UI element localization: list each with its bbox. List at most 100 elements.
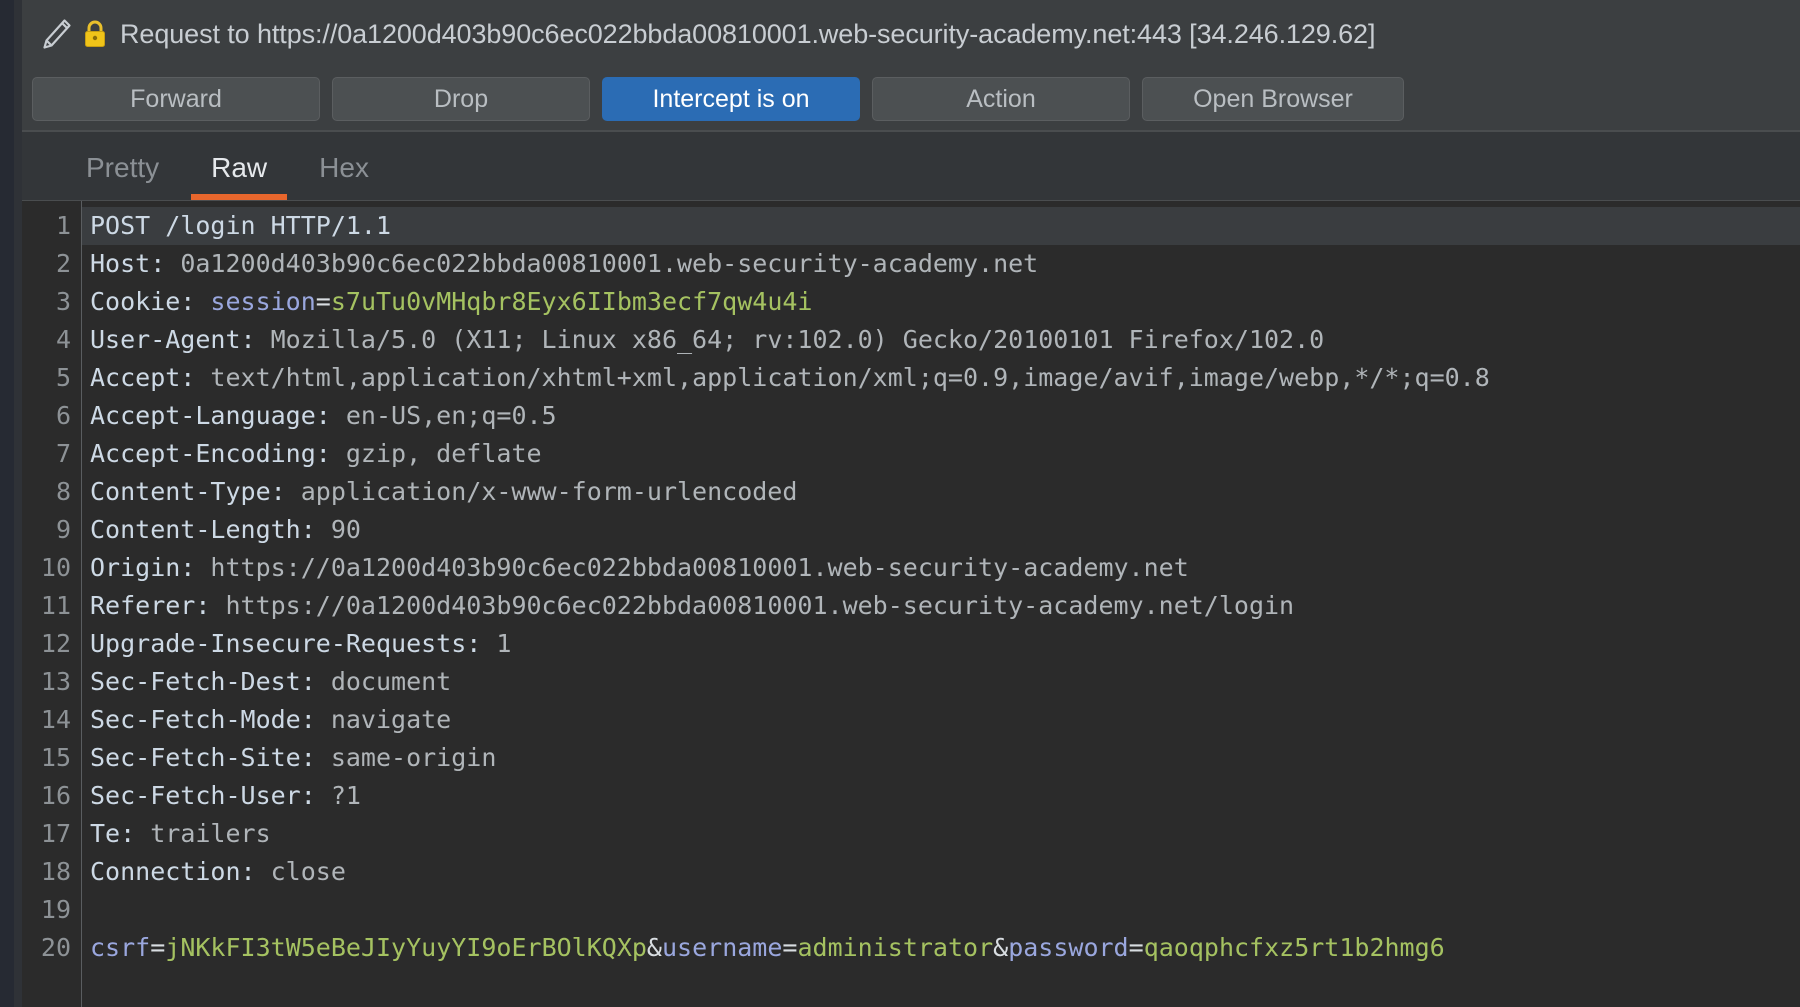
raw-request-editor[interactable]: 1 2 3 4 5 6 7 8 9 10 11 12 13 14 15 16 17 18 19 20 POST /lo… <box>22 200 1800 1007</box>
request-token: Content-Length: <box>90 515 331 544</box>
request-token: Upgrade-Insecure-Requests: <box>90 629 497 658</box>
line-number: 9 <box>55 515 71 544</box>
request-token: Referer: <box>90 591 226 620</box>
request-token: session <box>210 287 316 316</box>
request-token: = <box>315 287 331 316</box>
request-token: username <box>661 933 783 962</box>
tab-pretty[interactable]: Pretty <box>60 136 185 200</box>
line-number: 1 <box>55 211 71 240</box>
request-line: Content-Length: 90 <box>82 511 1800 549</box>
drop-button[interactable]: Drop <box>332 77 590 121</box>
line-number: 17 <box>40 819 71 848</box>
request-token: 90 <box>330 515 361 544</box>
request-token: Accept-Encoding: <box>90 439 346 468</box>
request-line: Sec-Fetch-Mode: navigate <box>82 701 1800 739</box>
request-line: csrf=jNKkFI3tW5eBeJIyYuyYI9oErBOlKQXp&us… <box>82 929 1800 967</box>
pencil-icon <box>34 12 78 56</box>
line-number: 10 <box>40 553 71 582</box>
request-token: trailers <box>150 819 271 848</box>
line-number: 20 <box>40 933 71 962</box>
request-token: https://0a1200d403b90c6ec022bbda00810001… <box>225 591 1295 620</box>
tab-raw[interactable]: Raw <box>185 136 293 200</box>
request-token: Sec-Fetch-Mode: <box>90 705 331 734</box>
request-token: = <box>1128 933 1144 962</box>
request-token: Host: <box>90 249 181 278</box>
request-line: Referer: https://0a1200d403b90c6ec022bbd… <box>82 587 1800 625</box>
forward-button[interactable]: Forward <box>32 77 320 121</box>
request-line: Accept-Language: en-US,en;q=0.5 <box>82 397 1800 435</box>
request-line: User-Agent: Mozilla/5.0 (X11; Linux x86_… <box>82 321 1800 359</box>
line-number: 12 <box>40 629 71 658</box>
request-token: Accept: <box>90 363 211 392</box>
request-text-area[interactable]: POST /login HTTP/1.1 Host: 0a1200d403b90c… <box>82 201 1800 1007</box>
request-token: same-origin <box>330 743 497 772</box>
request-line: Sec-Fetch-User: ?1 <box>82 777 1800 815</box>
request-token: User-Agent: <box>90 325 271 354</box>
line-number: 7 <box>55 439 71 468</box>
request-token: Mozilla/5.0 (X11; Linux x86_64; rv:102.0… <box>270 325 1325 354</box>
line-number: 6 <box>55 401 71 430</box>
intercept-toolbar: Forward Drop Intercept is on Action Open… <box>22 68 1800 130</box>
line-number: 19 <box>40 895 71 924</box>
request-token: Sec-Fetch-User: <box>90 781 331 810</box>
request-token: Sec-Fetch-Site: <box>90 743 331 772</box>
request-token: 1 <box>496 629 512 658</box>
request-token: gzip, deflate <box>345 439 542 468</box>
request-line: POST /login HTTP/1.1 <box>82 207 1800 245</box>
line-number: 8 <box>55 477 71 506</box>
request-line: Sec-Fetch-Site: same-origin <box>82 739 1800 777</box>
line-number: 16 <box>40 781 71 810</box>
line-number: 18 <box>40 857 71 886</box>
request-line: Upgrade-Insecure-Requests: 1 <box>82 625 1800 663</box>
burp-intercept-window: Request to https://0a1200d403b90c6ec022b… <box>0 0 1800 1007</box>
request-token: Accept-Language: <box>90 401 346 430</box>
request-token: Sec-Fetch-Dest: <box>90 667 331 696</box>
line-number: 4 <box>55 325 71 354</box>
message-view-tabs: Pretty Raw Hex <box>22 130 1800 200</box>
request-token: jNKkFI3tW5eBeJIyYuyYI9oErBOlKQXp <box>165 933 647 962</box>
request-line: Origin: https://0a1200d403b90c6ec022bbda… <box>82 549 1800 587</box>
line-number: 2 <box>55 249 71 278</box>
request-token: application/x-www-form-urlencoded <box>300 477 798 506</box>
request-line: Sec-Fetch-Dest: document <box>82 663 1800 701</box>
request-token: Cookie: <box>90 287 211 316</box>
line-number: 14 <box>40 705 71 734</box>
request-token: text/html,application/xhtml+xml,applicat… <box>210 363 1490 392</box>
request-line: Host: 0a1200d403b90c6ec022bbda00810001.w… <box>82 245 1800 283</box>
request-token: Te: <box>90 819 151 848</box>
request-token: & <box>646 933 662 962</box>
request-line: Te: trailers <box>82 815 1800 853</box>
window-left-edge-inner <box>14 0 22 1007</box>
line-number: 11 <box>40 591 71 620</box>
tab-hex[interactable]: Hex <box>293 136 395 200</box>
request-token: Connection: <box>90 857 271 886</box>
request-line: Connection: close <box>82 853 1800 891</box>
window-left-edge <box>0 0 22 1007</box>
request-token: csrf <box>90 933 151 962</box>
request-line <box>82 891 1800 929</box>
intercept-toggle-button[interactable]: Intercept is on <box>602 77 860 121</box>
request-token: = <box>782 933 798 962</box>
request-token: qaoqphcfxz5rt1b2hmg6 <box>1143 933 1445 962</box>
request-token: https://0a1200d403b90c6ec022bbda00810001… <box>210 553 1189 582</box>
line-number: 13 <box>40 667 71 696</box>
request-token: en-US,en;q=0.5 <box>345 401 557 430</box>
request-line: Cookie: session=s7uTu0vMHqbr8Eyx6IIbm3ec… <box>82 283 1800 321</box>
request-token: = <box>150 933 166 962</box>
request-token: administrator <box>797 933 994 962</box>
open-browser-button[interactable]: Open Browser <box>1142 77 1404 121</box>
request-title-text: Request to https://0a1200d403b90c6ec022b… <box>120 18 1376 49</box>
request-token: Content-Type: <box>90 477 301 506</box>
request-token: POST /login HTTP/1.1 <box>90 211 392 240</box>
line-number: 3 <box>55 287 71 316</box>
request-line: Content-Type: application/x-www-form-url… <box>82 473 1800 511</box>
line-number: 15 <box>40 743 71 772</box>
request-line: Accept-Encoding: gzip, deflate <box>82 435 1800 473</box>
request-token: Origin: <box>90 553 211 582</box>
request-token: close <box>270 857 346 886</box>
request-token: s7uTu0vMHqbr8Eyx6IIbm3ecf7qw4u4i <box>330 287 813 316</box>
request-token: 0a1200d403b90c6ec022bbda00810001.web-sec… <box>180 249 1039 278</box>
action-button[interactable]: Action <box>872 77 1130 121</box>
request-token: ?1 <box>330 781 361 810</box>
line-number: 5 <box>55 363 71 392</box>
